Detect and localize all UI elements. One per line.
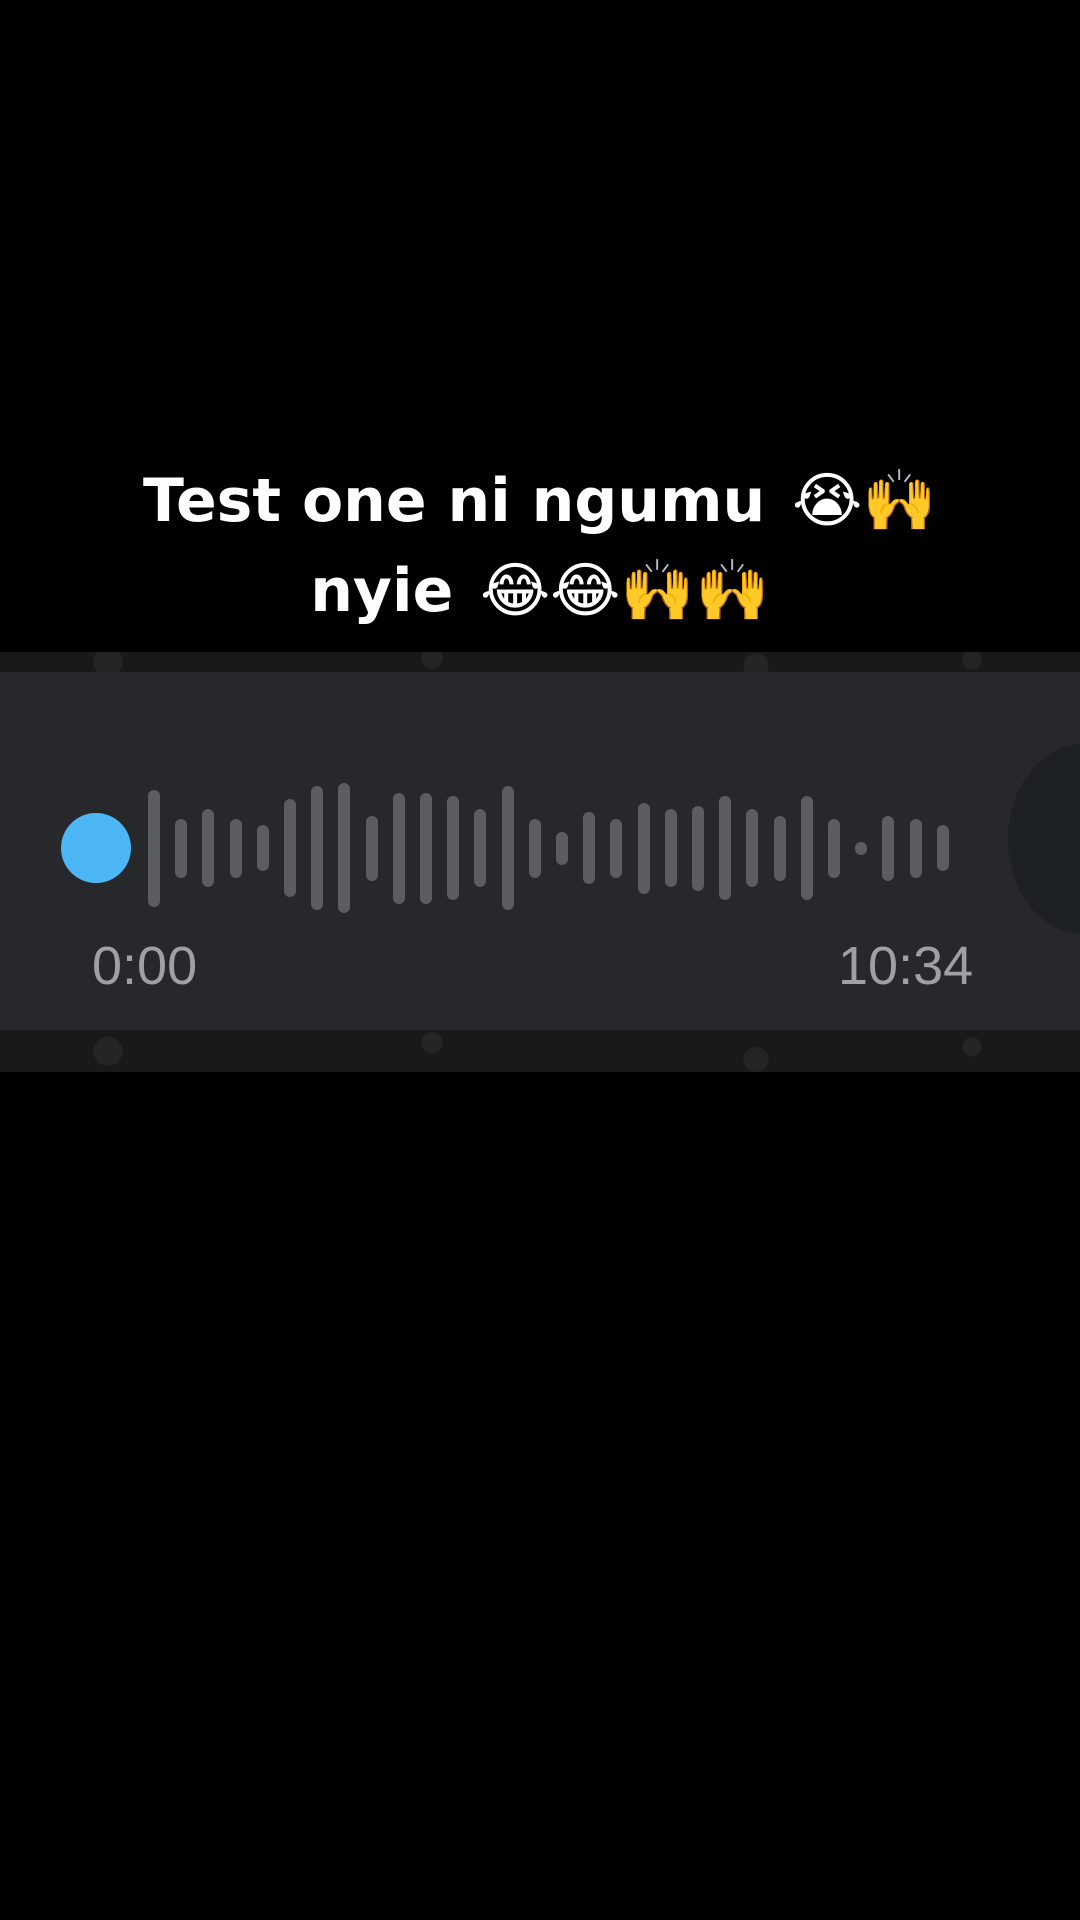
caption-emoji-2: 😂😂🙌🙌: [480, 556, 770, 626]
waveform-bar: [665, 809, 677, 887]
current-time: 0:00: [92, 936, 198, 996]
waveform-bar: [420, 793, 432, 904]
waveform-bar: [937, 825, 949, 871]
waveform-bar: [311, 786, 323, 910]
caption-emoji-1: 😭🙌: [792, 466, 937, 536]
waveform-bar: [556, 832, 568, 865]
chat-wallpaper-bottom: [0, 1030, 1080, 1072]
waveform-bar: [638, 803, 650, 894]
waveform-bar: [202, 809, 214, 887]
caption-line-2: nyie 😂😂🙌🙌: [0, 546, 1080, 636]
waveform-bar: [148, 790, 160, 907]
voice-note-screenshot: 0:00 10:34: [0, 652, 1080, 1072]
progress-knob-icon[interactable]: [61, 813, 131, 883]
total-duration: 10:34: [838, 936, 974, 996]
waveform-bar: [719, 796, 731, 900]
waveform-bar: [474, 809, 486, 887]
caption-text-1: Test one ni ngumu: [143, 466, 766, 536]
caption-line-1: Test one ni ngumu 😭🙌: [0, 456, 1080, 546]
waveform-bar: [502, 786, 514, 910]
caption-text-2: nyie: [310, 556, 454, 626]
waveform-bar: [175, 819, 187, 878]
waveform-bar: [284, 799, 296, 897]
chat-wallpaper-top: [0, 652, 1080, 672]
waveform-bar: [910, 819, 922, 878]
waveform-bar: [529, 819, 541, 878]
video-caption: Test one ni ngumu 😭🙌 nyie 😂😂🙌🙌: [0, 456, 1080, 636]
waveform-bar: [801, 796, 813, 900]
waveform-bar: [230, 819, 242, 878]
waveform-bar: [393, 793, 405, 904]
waveform-bar: [257, 825, 269, 871]
waveform-bar: [610, 819, 622, 878]
waveform-bar: [366, 816, 378, 881]
waveform-bar: [855, 842, 867, 855]
waveform-bar: [828, 819, 840, 878]
waveform-bar: [692, 806, 704, 891]
voice-message-bubble[interactable]: 0:00 10:34: [0, 672, 1080, 1030]
waveform-bar: [447, 796, 459, 900]
waveform-bar: [338, 783, 350, 913]
waveform-bar: [746, 809, 758, 887]
waveform-bar: [583, 812, 595, 884]
waveform-bar: [774, 816, 786, 881]
waveform-bar: [882, 816, 894, 881]
